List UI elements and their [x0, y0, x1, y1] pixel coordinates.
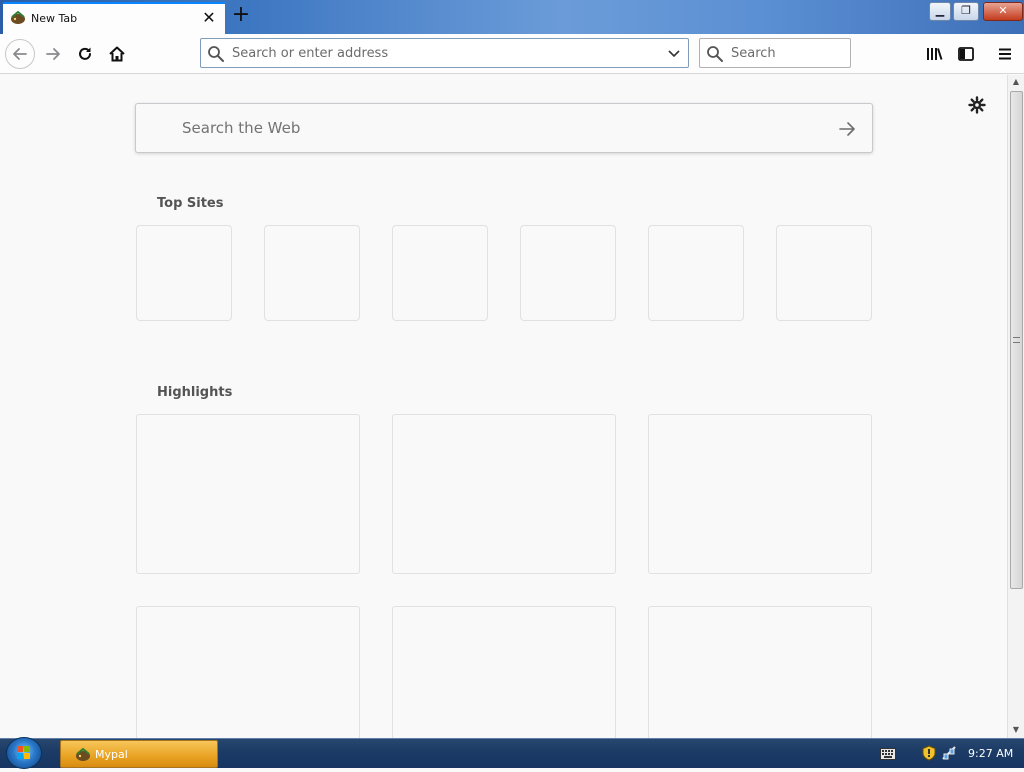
highlight-card[interactable] — [136, 606, 360, 738]
tab-title: New Tab — [31, 12, 78, 25]
search-icon — [208, 46, 224, 62]
mypal-favicon-icon — [11, 10, 25, 24]
mypal-app-icon — [76, 747, 90, 761]
scroll-down-arrow-icon[interactable]: ▼ — [1011, 725, 1021, 735]
vertical-scrollbar[interactable]: ▲ ▼ — [1007, 75, 1024, 738]
library-button[interactable] — [919, 39, 949, 69]
taskbar-item-label: Mypal — [95, 748, 128, 761]
highlight-card[interactable] — [648, 606, 872, 738]
hamburger-menu-icon — [999, 48, 1011, 60]
menu-button[interactable] — [990, 39, 1020, 69]
web-search-box[interactable] — [135, 103, 873, 153]
home-button[interactable] — [102, 39, 132, 69]
reload-button[interactable] — [70, 39, 100, 69]
start-button[interactable] — [6, 737, 42, 769]
search-icon — [707, 46, 723, 62]
settings-button[interactable] — [966, 94, 988, 116]
home-icon — [109, 46, 125, 62]
system-clock[interactable]: 9:27 AM — [968, 747, 1013, 760]
highlight-card[interactable] — [136, 414, 360, 574]
highlight-card[interactable] — [392, 606, 616, 738]
top-site-tile[interactable] — [520, 225, 616, 321]
windows-logo-icon — [17, 746, 30, 759]
network-icon[interactable] — [942, 745, 956, 761]
search-input[interactable] — [731, 39, 846, 67]
web-search-submit-button[interactable] — [836, 118, 858, 140]
address-bar[interactable] — [200, 38, 689, 68]
top-site-tile[interactable] — [136, 225, 232, 321]
close-window-button[interactable]: ✕ — [983, 2, 1023, 21]
security-shield-icon[interactable] — [922, 745, 936, 761]
new-tab-button[interactable]: + — [229, 4, 253, 28]
sidebar-icon — [958, 47, 974, 61]
back-button[interactable] — [5, 39, 35, 69]
highlights-heading: Highlights — [157, 385, 233, 400]
scrollbar-grip — [1013, 337, 1020, 343]
title-bar: New Tab ✕ + ▁ ❐ ✕ — [0, 0, 1024, 36]
scroll-up-arrow-icon[interactable]: ▲ — [1011, 77, 1021, 87]
minimize-button[interactable]: ▁ — [929, 2, 951, 21]
arrow-right-icon — [839, 122, 855, 136]
keyboard-icon[interactable] — [880, 748, 896, 760]
highlight-card[interactable] — [392, 414, 616, 574]
highlight-card[interactable] — [648, 414, 872, 574]
forward-arrow-icon — [46, 48, 60, 60]
restore-button[interactable]: ❐ — [953, 2, 979, 21]
chevron-down-icon[interactable] — [666, 45, 682, 61]
top-sites-heading: Top Sites — [157, 196, 224, 211]
gear-icon — [968, 96, 986, 114]
top-site-tile[interactable] — [392, 225, 488, 321]
sidebar-button[interactable] — [951, 39, 981, 69]
forward-button[interactable] — [38, 39, 68, 69]
address-input[interactable] — [232, 39, 652, 67]
scrollbar-thumb[interactable] — [1010, 91, 1023, 589]
top-site-tile[interactable] — [648, 225, 744, 321]
web-search-input[interactable] — [182, 104, 802, 152]
top-site-tile[interactable] — [264, 225, 360, 321]
navigation-toolbar — [0, 34, 1024, 74]
search-bar[interactable] — [699, 38, 851, 68]
top-site-tile[interactable] — [776, 225, 872, 321]
new-tab-page: Top Sites Highlights — [0, 75, 1007, 738]
reload-icon — [79, 47, 91, 60]
tab-close-icon[interactable]: ✕ — [199, 8, 219, 28]
taskbar: Mypal 9:27 AM — [0, 737, 1024, 769]
taskbar-item-mypal[interactable]: Mypal — [60, 740, 218, 768]
tab-new-tab[interactable]: New Tab ✕ — [3, 2, 225, 36]
back-arrow-icon — [13, 48, 27, 60]
library-icon — [927, 48, 943, 60]
